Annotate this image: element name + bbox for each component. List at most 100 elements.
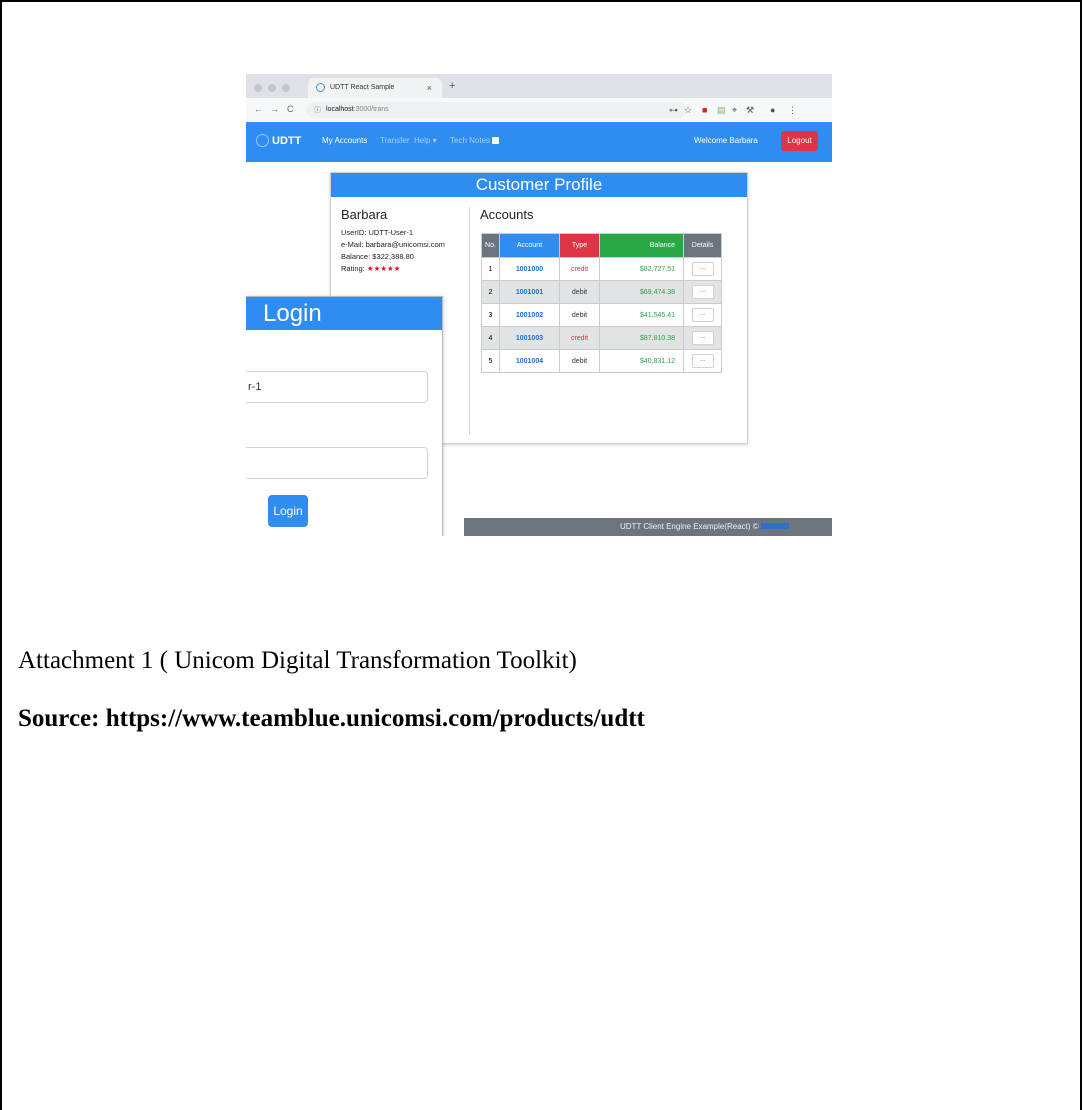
cell-details: ... (683, 349, 722, 373)
table-row: 5 1001004 debit $40,831.12 ... (481, 349, 722, 373)
tools-icon[interactable]: ⚒ (746, 105, 754, 116)
nav-tech-notes[interactable]: Tech Notes (450, 136, 500, 145)
udtt-logo-icon (256, 134, 269, 147)
cell-type: credit (559, 257, 600, 281)
embedded-screenshot: UDTT React Sample × + ← → C ⓘ localhost:… (246, 74, 832, 536)
cell-details: ... (683, 280, 722, 304)
table-row: 4 1001003 credit $87,810.38 ... (481, 326, 722, 350)
brand[interactable]: UDTT (256, 134, 301, 147)
details-button[interactable]: ... (691, 285, 714, 299)
password-input[interactable] (246, 447, 428, 479)
customer-email: e-Mail: barbara@unicomsi.com (341, 240, 445, 249)
nav-tech-notes-label: Tech Notes (450, 136, 491, 145)
cell-no: 2 (481, 280, 500, 304)
details-button[interactable]: ... (691, 262, 714, 276)
source-line: Source: https://www.teamblue.unicomsi.co… (18, 705, 645, 732)
cell-details: ... (683, 326, 722, 350)
rating-stars-icon: ★★★★★ (366, 264, 401, 273)
forward-button[interactable]: → (270, 104, 279, 114)
cell-no: 3 (481, 303, 500, 327)
cell-account-link[interactable]: 1001003 (499, 326, 560, 350)
login-header: Login (246, 297, 442, 330)
nav-transfer[interactable]: Transfer (380, 136, 410, 145)
window-close-dot[interactable] (254, 84, 262, 92)
cell-no: 5 (481, 349, 500, 373)
tech-notes-checkbox[interactable] (492, 137, 500, 144)
footer-link[interactable] (760, 523, 789, 529)
attachment-caption: Attachment 1 ( Unicom Digital Transforma… (18, 647, 577, 674)
cell-balance: $40,831.12 (599, 349, 684, 373)
address-bar-row: ← → C ⓘ localhost:3000/trans ⊶ ☆ ■ ▤ ⌖ ⚒… (246, 98, 832, 122)
extension-doc-icon[interactable]: ▤ (717, 105, 726, 116)
extension-red-icon[interactable]: ■ (702, 105, 707, 115)
table-row: 1 1001000 credit $82,727.51 ... (481, 257, 722, 281)
tab-close-icon[interactable]: × (427, 83, 432, 93)
star-icon[interactable]: ☆ (684, 105, 692, 116)
back-button[interactable]: ← (254, 104, 263, 114)
col-balance[interactable]: Balance (599, 233, 684, 258)
reload-button[interactable]: C (287, 104, 294, 114)
table-header-row: No. Account Type Balance Details (481, 233, 722, 258)
profile-divider (469, 207, 470, 435)
login-title: Login (263, 300, 322, 327)
cell-no: 1 (481, 257, 500, 281)
cell-account-link[interactable]: 1001001 (499, 280, 560, 304)
cell-details: ... (683, 257, 722, 281)
url-host: localhost (326, 106, 354, 113)
cell-type: debit (559, 303, 600, 327)
logout-button[interactable]: Logout (781, 131, 818, 151)
menu-icon[interactable]: ⋮ (788, 105, 797, 116)
cell-balance: $82,727.51 (599, 257, 684, 281)
new-tab-button[interactable]: + (449, 80, 455, 92)
welcome-text: Welcome Barbara (694, 136, 758, 145)
cell-type: debit (559, 280, 600, 304)
window-minimize-dot[interactable] (268, 84, 276, 92)
cell-balance: $87,810.38 (599, 326, 684, 350)
customer-balance: Balance: $322,388.80 (341, 252, 414, 261)
cell-no: 4 (481, 326, 500, 350)
col-no[interactable]: No. (481, 233, 500, 258)
profile-header: Customer Profile (331, 173, 747, 197)
username-input[interactable]: r-1 (246, 371, 428, 403)
nav-help-dropdown[interactable]: Help ▾ (414, 136, 437, 145)
pin-icon[interactable]: ⌖ (732, 105, 737, 116)
tab-title: UDTT React Sample (330, 84, 395, 91)
cell-account-link[interactable]: 1001002 (499, 303, 560, 327)
col-account[interactable]: Account (499, 233, 560, 258)
login-card: Login r-1 Login (246, 296, 443, 536)
rating-label: Rating: (341, 264, 365, 273)
key-icon[interactable]: ⊶ (669, 105, 678, 116)
nav-my-accounts[interactable]: My Accounts (322, 136, 367, 145)
login-button[interactable]: Login (268, 495, 308, 527)
url-field[interactable]: ⓘ localhost:3000/trans (306, 102, 686, 118)
cell-type: credit (559, 326, 600, 350)
customer-user-id: UserID: UDTT-User-1 (341, 228, 414, 237)
brand-name: UDTT (272, 135, 302, 147)
cell-account-link[interactable]: 1001000 (499, 257, 560, 281)
window-zoom-dot[interactable] (282, 84, 290, 92)
details-button[interactable]: ... (691, 308, 714, 322)
cell-details: ... (683, 303, 722, 327)
col-details[interactable]: Details (683, 233, 722, 258)
customer-rating: Rating: ★★★★★ (341, 264, 400, 273)
cell-account-link[interactable]: 1001004 (499, 349, 560, 373)
info-icon[interactable]: ⓘ (314, 105, 321, 115)
account-icon[interactable]: ● (770, 105, 775, 115)
footer-text: UDTT Client Engine Example(React) © (620, 522, 759, 531)
cell-type: debit (559, 349, 600, 373)
col-type[interactable]: Type (559, 233, 600, 258)
browser-tabstrip: UDTT React Sample × + ← → C ⓘ localhost:… (246, 74, 832, 122)
url-path: :3000/trans (353, 106, 389, 113)
details-button[interactable]: ... (691, 331, 714, 345)
favicon-icon (316, 83, 325, 92)
browser-tab[interactable]: UDTT React Sample × (308, 78, 442, 98)
details-button[interactable]: ... (691, 354, 714, 368)
customer-name: Barbara (341, 207, 388, 222)
username-value: r-1 (248, 381, 262, 393)
app-footer: UDTT Client Engine Example(React) © (464, 518, 832, 536)
table-row: 3 1001002 debit $41,545.41 ... (481, 303, 722, 327)
cell-balance: $69,474.38 (599, 280, 684, 304)
accounts-title: Accounts (480, 207, 534, 222)
app-navbar: UDTT My Accounts Transfer Help ▾ Tech No… (246, 122, 832, 162)
accounts-table: No. Account Type Balance Details 1 10010… (481, 233, 722, 373)
